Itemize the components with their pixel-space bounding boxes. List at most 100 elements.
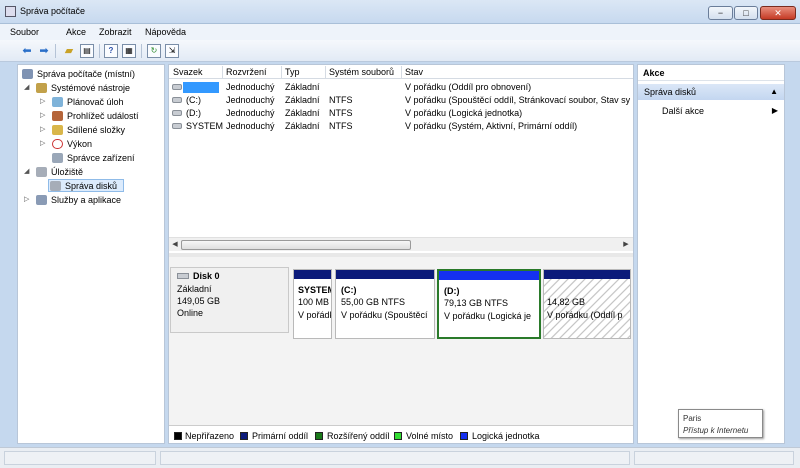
partition-c[interactable]: (C:) 55,00 GB NTFS V pořádku (Spouštěcí	[335, 269, 435, 339]
disk-state: Online	[177, 308, 204, 318]
tree-item-performance[interactable]: ▷ Výkon	[20, 138, 160, 151]
device-manager-icon	[52, 153, 63, 163]
drive-icon	[172, 110, 182, 116]
column-divider[interactable]	[281, 66, 282, 78]
col-type[interactable]: Typ	[285, 67, 300, 77]
tooltip-network-status: Přístup k Internetu	[683, 426, 749, 435]
network-tooltip: Paris Přístup k Internetu	[678, 409, 763, 438]
partition-recovery[interactable]: 14,82 GB V pořádku (Oddíl p	[543, 269, 631, 339]
drive-icon	[172, 84, 182, 90]
toolbar-separator	[141, 44, 142, 58]
disk-type: Základní	[177, 284, 212, 294]
selection-highlight	[183, 82, 219, 93]
tree-item-disk-management[interactable]: Správa disků	[48, 179, 124, 192]
disk-size: 149,05 GB	[177, 296, 221, 306]
scroll-left-icon[interactable]: ◀	[170, 240, 180, 250]
partition-bar	[294, 270, 331, 279]
refresh-icon[interactable]: ↻	[147, 44, 161, 58]
legend-swatch-primary	[240, 432, 248, 440]
tree-item-device-manager[interactable]: Správce zařízení	[20, 152, 160, 165]
actions-pane: Akce Správa disků ▲ Další akce ▶	[637, 64, 785, 444]
collapse-arrow-icon[interactable]: ◢	[24, 83, 29, 91]
scrollbar-thumb[interactable]	[181, 240, 411, 250]
more-actions-item[interactable]: Další akce	[662, 106, 704, 116]
computer-icon	[22, 69, 33, 79]
collapse-section-icon[interactable]: ▲	[770, 87, 778, 96]
menu-view[interactable]: Zobrazit	[99, 27, 132, 37]
col-status[interactable]: Stav	[405, 67, 423, 77]
col-filesystem[interactable]: Systém souborů	[329, 67, 394, 77]
toolbar: ⬅ ➡ ▰ ▤ ? ▦ ↻ ⇲	[0, 40, 800, 62]
legend-swatch-free-space	[394, 432, 402, 440]
close-button[interactable]: ✕	[760, 6, 796, 20]
export-icon[interactable]: ⇲	[165, 44, 179, 58]
drive-icon	[172, 97, 182, 103]
legend: Nepřiřazeno Primární oddíl Rozšířený odd…	[169, 425, 633, 443]
disk-management-icon	[50, 181, 61, 191]
forward-arrow-icon[interactable]: ➡	[37, 44, 51, 58]
tree-item-services-applications[interactable]: ▷ Služby a aplikace	[20, 194, 160, 207]
scroll-right-icon[interactable]: ▶	[621, 240, 631, 250]
help-icon[interactable]: ?	[104, 44, 118, 58]
drive-icon	[172, 123, 182, 129]
storage-icon	[36, 167, 47, 177]
volume-list-header: Svazek Rozvržení Typ Systém souborů Stav	[169, 65, 633, 79]
legend-swatch-unallocated	[174, 432, 182, 440]
partition-bar	[544, 270, 630, 279]
partition-bar	[336, 270, 434, 279]
event-viewer-icon	[52, 111, 63, 121]
column-divider[interactable]	[222, 66, 223, 78]
back-arrow-icon[interactable]: ⬅	[20, 44, 34, 58]
navigation-tree: Správa počítače (místní) ◢ Systémové nás…	[17, 64, 165, 444]
tree-item-task-scheduler[interactable]: ▷ Plánovač úloh	[20, 96, 160, 109]
clock-icon	[52, 97, 63, 107]
status-segment	[4, 451, 156, 465]
computer-management-icon	[5, 6, 16, 17]
window-title: Správa počítače	[20, 6, 86, 16]
expand-arrow-icon[interactable]: ▷	[40, 139, 45, 147]
show-hide-tree-icon[interactable]: ▤	[80, 44, 94, 58]
volume-row[interactable]: SYSTEM Jednoduchý Základní NTFS V pořádk…	[169, 120, 633, 133]
expand-arrow-icon[interactable]: ▷	[24, 195, 29, 203]
expand-arrow-icon[interactable]: ▷	[40, 125, 45, 133]
collapse-arrow-icon[interactable]: ◢	[24, 167, 29, 175]
title-bar: Správa počítače − □ ✕	[0, 0, 800, 24]
maximize-button[interactable]: □	[734, 6, 758, 20]
tooltip-network-name: Paris	[683, 414, 702, 423]
partition-bar	[439, 271, 539, 280]
disk-0-info[interactable]: Disk 0 Základní 149,05 GB Online	[170, 267, 289, 333]
menu-bar: Soubor Akce Zobrazit Nápověda	[0, 24, 800, 40]
performance-icon	[52, 139, 63, 149]
shared-folder-icon	[52, 125, 63, 135]
tree-item-storage[interactable]: ◢ Úložiště	[20, 166, 160, 179]
horizontal-scrollbar[interactable]: ◀ ▶	[169, 237, 633, 251]
expand-arrow-icon[interactable]: ▷	[40, 97, 45, 105]
column-divider[interactable]	[401, 66, 402, 78]
disk-map: Disk 0 Základní 149,05 GB Online SYSTEM …	[169, 257, 633, 429]
tree-item-shared-folders[interactable]: ▷ Sdílené složky	[20, 124, 160, 137]
actions-section-disk-management[interactable]: Správa disků ▲	[638, 84, 784, 100]
volume-row[interactable]: Jednoduchý Základní V pořádku (Oddíl pro…	[169, 81, 633, 94]
menu-help[interactable]: Nápověda	[145, 27, 186, 37]
submenu-arrow-icon[interactable]: ▶	[772, 106, 778, 115]
expand-arrow-icon[interactable]: ▷	[40, 111, 45, 119]
partition-system[interactable]: SYSTEM 100 MB V pořádku	[293, 269, 332, 339]
extended-partition: (D:) 79,13 GB NTFS V pořádku (Logická je	[437, 269, 541, 339]
menu-action[interactable]: Akce	[66, 27, 86, 37]
menu-file[interactable]: Soubor	[10, 27, 39, 37]
tree-item-system-tools[interactable]: ◢ Systémové nástroje	[20, 82, 160, 95]
up-folder-icon[interactable]: ▰	[62, 44, 76, 58]
tree-item-event-viewer[interactable]: ▷ Prohlížeč událostí	[20, 110, 160, 123]
column-divider[interactable]	[325, 66, 326, 78]
col-volume[interactable]: Svazek	[173, 67, 203, 77]
volume-row[interactable]: (D:) Jednoduchý Základní NTFS V pořádku …	[169, 107, 633, 120]
tree-item-computer-management[interactable]: Správa počítače (místní)	[20, 68, 160, 81]
legend-swatch-extended	[315, 432, 323, 440]
properties-icon[interactable]: ▦	[122, 44, 136, 58]
disk-icon	[177, 273, 189, 279]
status-segment	[160, 451, 630, 465]
col-layout[interactable]: Rozvržení	[226, 67, 267, 77]
minimize-button[interactable]: −	[708, 6, 733, 20]
partition-d[interactable]: (D:) 79,13 GB NTFS V pořádku (Logická je	[439, 280, 539, 337]
volume-row[interactable]: (C:) Jednoduchý Základní NTFS V pořádku …	[169, 94, 633, 107]
